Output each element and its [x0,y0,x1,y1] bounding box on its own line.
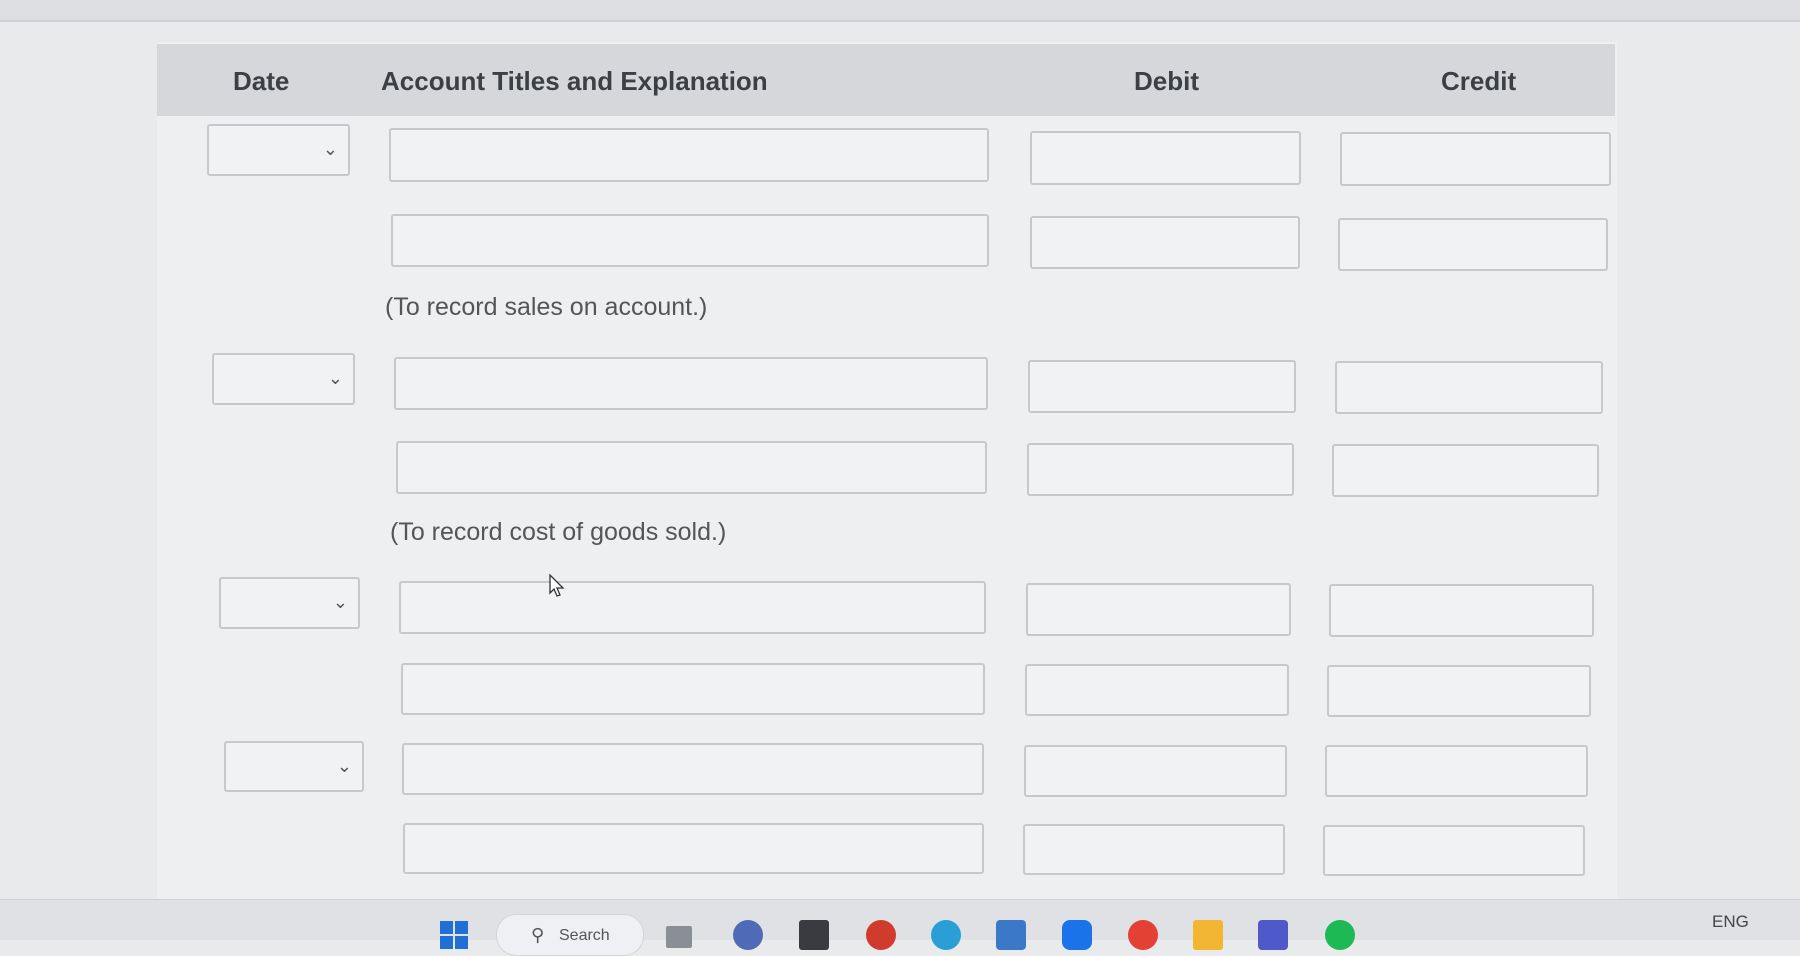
store-icon[interactable] [996,920,1026,950]
debit-input[interactable] [1023,824,1285,875]
language-indicator[interactable]: ENG [1712,912,1749,932]
explanation-cogs: (To record cost of goods sold.) [390,518,727,546]
taskbar-search[interactable]: ⚲ Search [496,914,644,956]
chevron-down-icon: ⌄ [332,592,348,613]
header-credit: Credit [1441,66,1517,96]
mouse-pointer-icon [549,574,565,597]
debit-input[interactable] [1026,583,1291,636]
netflix-icon[interactable] [799,920,829,950]
mail-icon[interactable] [1062,920,1092,950]
account-title-input[interactable] [391,214,989,267]
credit-input[interactable] [1338,218,1608,271]
account-title-input[interactable] [389,128,989,182]
teams-icon[interactable] [1258,920,1288,950]
spotify-icon[interactable] [1325,920,1355,950]
file-explorer-icon[interactable] [1193,920,1223,950]
credit-input[interactable] [1323,825,1585,876]
account-title-input[interactable] [401,663,985,715]
edge-icon[interactable] [931,920,961,950]
chevron-down-icon: ⌄ [336,755,352,776]
header-account-titles: Account Titles and Explanation [381,66,768,96]
chrome-icon[interactable] [1128,920,1158,950]
windows-taskbar: ⚲ Search ENG [0,899,1800,956]
chevron-down-icon: ⌄ [322,139,338,160]
chat-icon[interactable] [733,920,763,950]
account-title-input[interactable] [394,357,988,410]
date-select[interactable]: ⌄ [219,577,360,629]
table-header: Date Account Titles and Explanation Debi… [157,44,1615,116]
chevron-down-icon: ⌄ [327,368,343,389]
opera-icon[interactable] [866,920,896,950]
credit-input[interactable] [1340,132,1611,186]
debit-input[interactable] [1024,745,1287,797]
taskbar-search-label: Search [559,927,610,944]
search-icon: ⚲ [531,925,545,945]
debit-input[interactable] [1028,360,1296,413]
account-title-input[interactable] [396,441,987,494]
credit-input[interactable] [1327,665,1591,717]
debit-input[interactable] [1030,131,1301,185]
credit-input[interactable] [1325,745,1588,797]
credit-input[interactable] [1335,361,1603,414]
header-date: Date [233,66,290,96]
debit-input[interactable] [1027,443,1294,496]
explanation-sales: (To record sales on account.) [385,293,708,321]
date-select[interactable]: ⌄ [207,124,350,176]
header-debit: Debit [1134,66,1199,96]
debit-input[interactable] [1030,216,1300,269]
credit-input[interactable] [1332,444,1599,497]
account-title-input[interactable] [403,823,984,874]
browser-top-strip [0,0,1800,22]
windows-start-icon[interactable] [439,920,469,950]
task-view-icon[interactable] [666,926,692,948]
debit-input[interactable] [1025,664,1289,716]
account-title-input[interactable] [399,581,986,634]
account-title-input[interactable] [402,743,984,795]
date-select[interactable]: ⌄ [212,353,355,405]
date-select[interactable]: ⌄ [224,741,364,792]
credit-input[interactable] [1329,584,1594,637]
